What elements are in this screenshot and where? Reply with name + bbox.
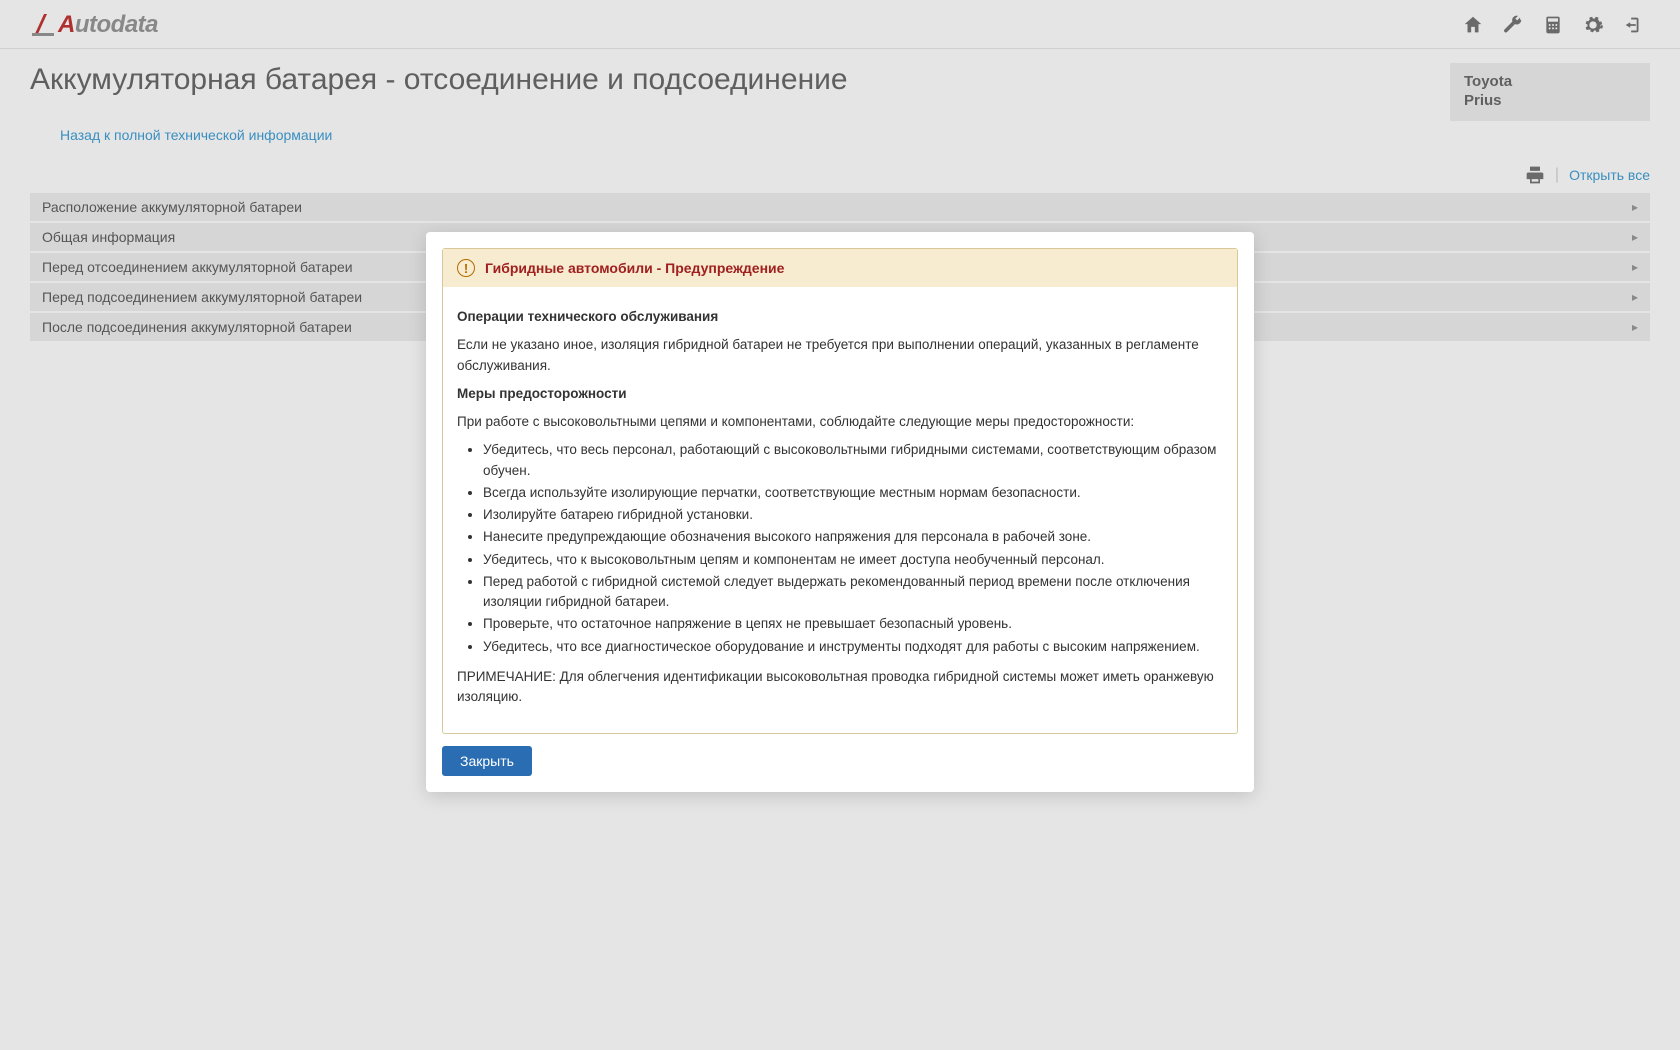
precaut-list: Убедитесь, что весь персонал, работающий… — [457, 440, 1223, 657]
warning-box: ! Гибридные автомобили - Предупреждение … — [442, 248, 1238, 734]
warning-title: Гибридные автомобили - Предупреждение — [485, 260, 784, 276]
close-button[interactable]: Закрыть — [442, 746, 532, 776]
list-item: Изолируйте батарею гибридной установки. — [483, 505, 1223, 525]
warning-header: ! Гибридные автомобили - Предупреждение — [443, 249, 1237, 287]
precaut-intro: При работе с высоковольтными цепями и ко… — [457, 412, 1223, 432]
list-item: Проверьте, что остаточное напряжение в ц… — [483, 614, 1223, 634]
list-item: Перед работой с гибридной системой следу… — [483, 572, 1223, 613]
warning-icon: ! — [457, 259, 475, 277]
list-item: Всегда используйте изолирующие перчатки,… — [483, 483, 1223, 503]
note-text: ПРИМЕЧАНИЕ: Для облегчения идентификации… — [457, 667, 1223, 708]
list-item: Убедитесь, что весь персонал, работающий… — [483, 440, 1223, 481]
precaut-heading: Меры предосторожности — [457, 384, 1223, 404]
warning-body: Операции технического обслуживания Если … — [443, 287, 1237, 733]
list-item: Убедитесь, что все диагностическое обору… — [483, 637, 1223, 657]
modal-footer: Закрыть — [442, 746, 1238, 776]
list-item: Убедитесь, что к высоковольтным цепям и … — [483, 550, 1223, 570]
list-item: Нанесите предупреждающие обозначения выс… — [483, 527, 1223, 547]
ops-text: Если не указано иное, изоляция гибридной… — [457, 335, 1223, 376]
modal-overlay: ! Гибридные автомобили - Предупреждение … — [0, 0, 1680, 1050]
ops-heading: Операции технического обслуживания — [457, 307, 1223, 327]
warning-modal: ! Гибридные автомобили - Предупреждение … — [426, 232, 1254, 792]
